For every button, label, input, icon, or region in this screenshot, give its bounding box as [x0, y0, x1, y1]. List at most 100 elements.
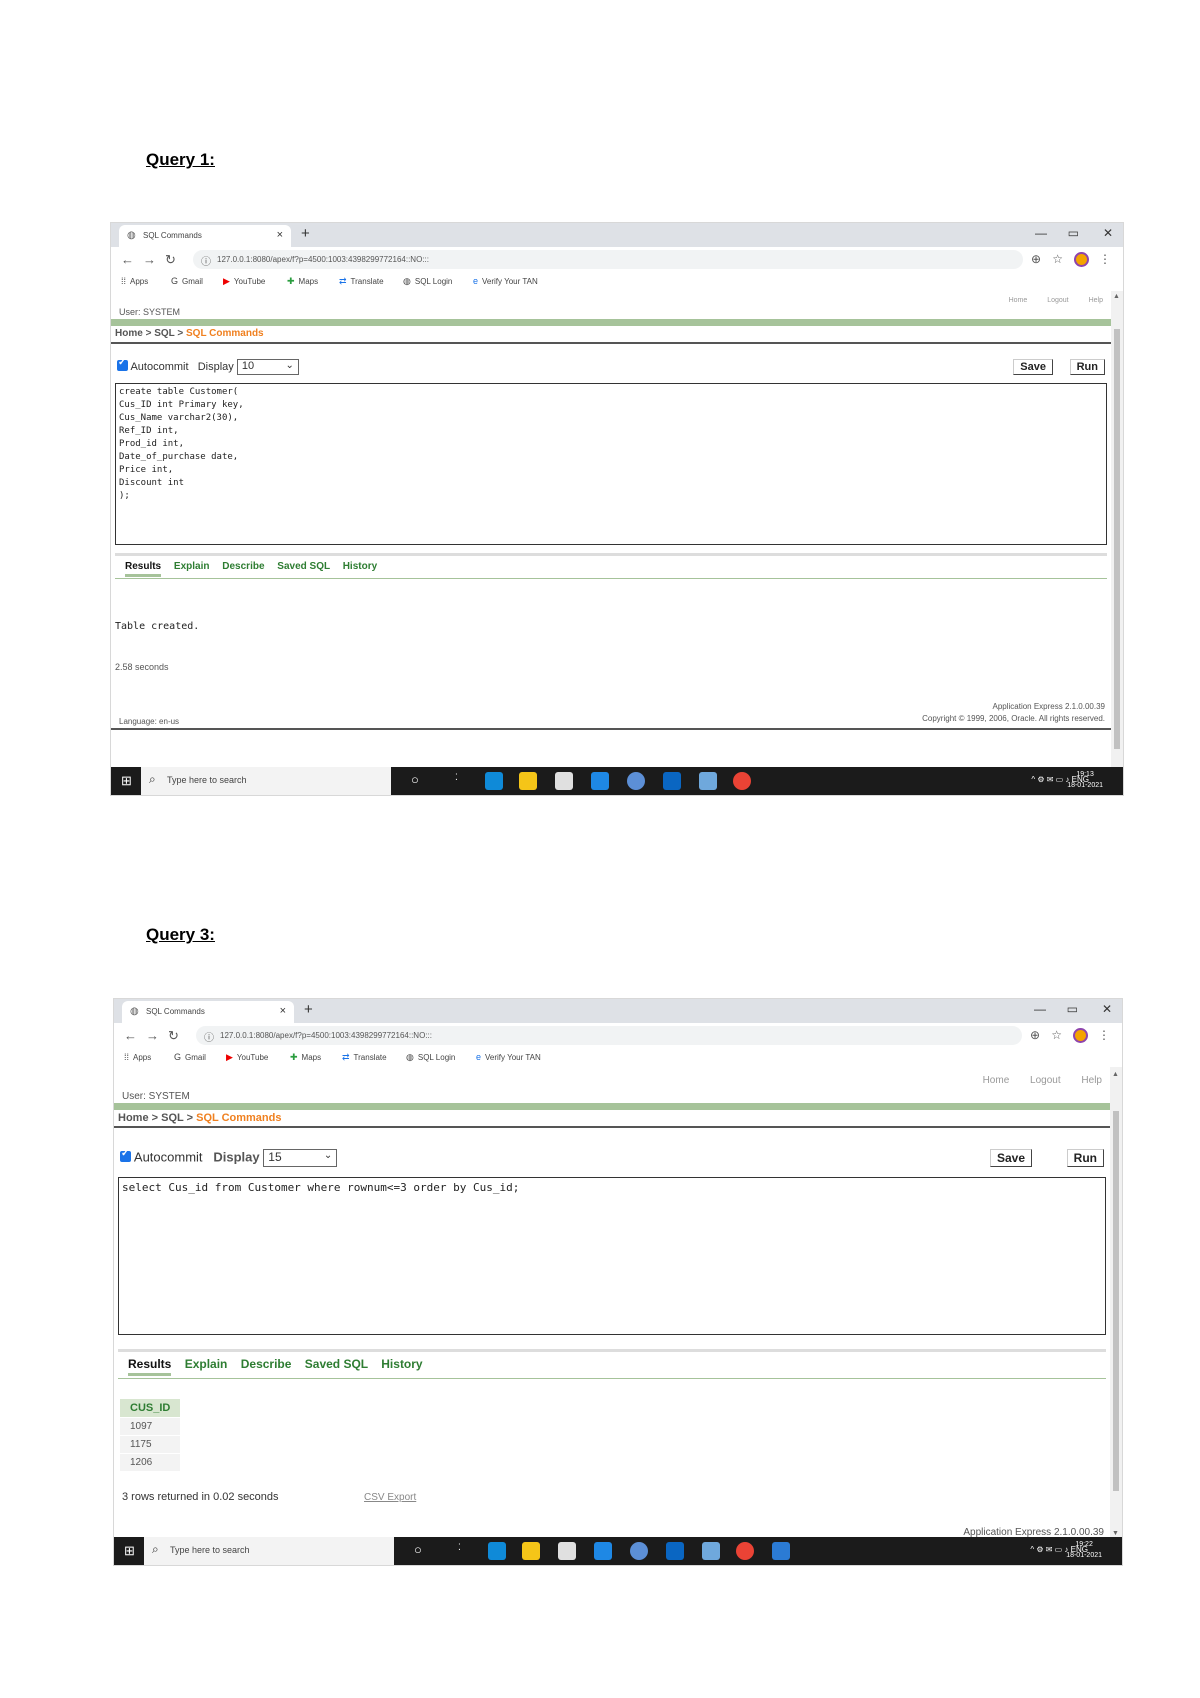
display-select[interactable]: 10 ⌄	[236, 359, 299, 375]
bookmark-maps[interactable]: ✚ Maps	[290, 1052, 321, 1063]
store-icon[interactable]	[558, 1542, 576, 1560]
mail-icon[interactable]	[594, 1542, 612, 1560]
new-tab-icon[interactable]: +	[301, 225, 310, 242]
bookmark-verify-tan[interactable]: e Verify Your TAN	[473, 276, 538, 286]
profile-avatar[interactable]	[1074, 252, 1089, 267]
app-icon[interactable]	[627, 772, 645, 790]
app-icon[interactable]	[630, 1542, 648, 1560]
scroll-thumb[interactable]	[1114, 329, 1120, 749]
back-icon[interactable]: ←	[124, 1028, 137, 1043]
menu-icon[interactable]: ⋮	[1098, 1028, 1110, 1042]
file-explorer-icon[interactable]	[519, 772, 537, 790]
breadcrumb-home[interactable]: Home	[118, 1112, 149, 1124]
scrollbar[interactable]: ▲ ▼	[1110, 1067, 1122, 1539]
reload-icon[interactable]: ↻	[168, 1028, 179, 1044]
restore-icon[interactable]: ▭	[1068, 226, 1079, 240]
browser-tab[interactable]: ◍ SQL Commands ×	[122, 1001, 294, 1023]
tab-history[interactable]: History	[343, 561, 377, 572]
back-icon[interactable]: ←	[121, 252, 134, 267]
sql-editor[interactable]: create table Customer( Cus_ID int Primar…	[115, 383, 1107, 545]
profile-avatar[interactable]	[1073, 1028, 1088, 1043]
tab-saved-sql[interactable]: Saved SQL	[305, 1357, 368, 1371]
bookmark-youtube[interactable]: ▶ YouTube	[226, 1052, 268, 1063]
minimize-icon[interactable]: —	[1035, 226, 1047, 240]
bookmark-gmail[interactable]: G Gmail	[174, 1052, 206, 1062]
app-icon-2[interactable]	[663, 772, 681, 790]
star-icon[interactable]: ☆	[1051, 1028, 1062, 1042]
zoom-icon[interactable]: ⊕	[1030, 1028, 1040, 1042]
scroll-thumb[interactable]	[1113, 1111, 1119, 1491]
bookmark-verify-tan[interactable]: e Verify Your TAN	[476, 1052, 541, 1062]
address-bar[interactable]: ⓘ 127.0.0.1:8080/apex/f?p=4500:1003:4398…	[196, 1026, 1022, 1045]
bookmark-gmail[interactable]: G Gmail	[171, 276, 203, 286]
new-tab-icon[interactable]: +	[304, 1001, 313, 1018]
store-icon[interactable]	[555, 772, 573, 790]
scroll-down-icon[interactable]: ▼	[1112, 1530, 1119, 1537]
reload-icon[interactable]: ↻	[165, 252, 176, 268]
forward-icon[interactable]: →	[143, 252, 156, 267]
tab-saved-sql[interactable]: Saved SQL	[277, 561, 330, 572]
edge-app-icon[interactable]	[485, 772, 503, 790]
close-window-icon[interactable]: ✕	[1102, 1002, 1112, 1016]
browser-tab[interactable]: ◍ SQL Commands ×	[119, 225, 291, 247]
bookmark-sql-login[interactable]: ◍ SQL Login	[406, 1052, 455, 1063]
windows-start-icon[interactable]: ⊞	[121, 773, 132, 789]
zoom-icon[interactable]: ⊕	[1031, 252, 1041, 266]
minimize-icon[interactable]: —	[1034, 1002, 1046, 1016]
bookmark-translate[interactable]: ⇄ Translate	[342, 1052, 387, 1063]
app-icon-3[interactable]	[699, 772, 717, 790]
scroll-up-icon[interactable]: ▲	[1113, 293, 1120, 300]
logout-link[interactable]: Logout	[1030, 1075, 1061, 1086]
forward-icon[interactable]: →	[146, 1028, 159, 1043]
sql-editor[interactable]: select Cus_id from Customer where rownum…	[118, 1177, 1106, 1335]
photos-icon[interactable]	[772, 1542, 790, 1560]
file-explorer-icon[interactable]	[522, 1542, 540, 1560]
taskbar-search[interactable]: ⌕ Type here to search	[144, 1537, 394, 1565]
home-link[interactable]: Home	[983, 1075, 1010, 1086]
menu-icon[interactable]: ⋮	[1099, 252, 1111, 266]
bookmark-apps[interactable]: ⁞⁞ Apps	[124, 1052, 151, 1062]
run-button[interactable]: Run	[1069, 359, 1105, 375]
cortana-icon[interactable]: ○	[414, 1542, 422, 1557]
tab-results[interactable]: Results	[128, 1357, 172, 1376]
star-icon[interactable]: ☆	[1052, 252, 1063, 266]
app-icon-2[interactable]	[666, 1542, 684, 1560]
app-icon-3[interactable]	[702, 1542, 720, 1560]
edge-app-icon[interactable]	[488, 1542, 506, 1560]
address-bar[interactable]: ⓘ 127.0.0.1:8080/apex/f?p=4500:1003:4398…	[193, 250, 1023, 269]
cortana-icon[interactable]: ○	[411, 772, 419, 787]
breadcrumb-home[interactable]: Home	[115, 328, 143, 339]
mail-icon[interactable]	[591, 772, 609, 790]
tab-describe[interactable]: Describe	[241, 1357, 292, 1371]
taskbar-search[interactable]: ⌕ Type here to search	[141, 767, 391, 795]
home-link[interactable]: Home	[1009, 297, 1028, 304]
tab-explain[interactable]: Explain	[185, 1357, 228, 1371]
breadcrumb-sql[interactable]: SQL	[154, 328, 174, 339]
task-view-icon[interactable]: ⁚	[455, 772, 458, 783]
save-button[interactable]: Save	[989, 1149, 1032, 1167]
close-window-icon[interactable]: ✕	[1103, 226, 1113, 240]
bookmark-sql-login[interactable]: ◍ SQL Login	[403, 276, 452, 287]
close-tab-icon[interactable]: ×	[280, 1005, 286, 1017]
bookmark-maps[interactable]: ✚ Maps	[287, 276, 318, 287]
run-button[interactable]: Run	[1066, 1149, 1104, 1167]
display-select[interactable]: 15 ⌄	[263, 1149, 338, 1167]
save-button[interactable]: Save	[1013, 359, 1053, 375]
logout-link[interactable]: Logout	[1047, 297, 1068, 304]
tab-describe[interactable]: Describe	[222, 561, 264, 572]
windows-start-icon[interactable]: ⊞	[124, 1543, 135, 1559]
scrollbar[interactable]: ▲	[1111, 291, 1123, 769]
autocommit-checkbox[interactable]	[120, 1148, 131, 1163]
help-link[interactable]: Help	[1081, 1075, 1102, 1086]
chrome-icon[interactable]	[736, 1542, 754, 1560]
close-tab-icon[interactable]: ×	[277, 229, 283, 241]
restore-icon[interactable]: ▭	[1067, 1002, 1078, 1016]
help-link[interactable]: Help	[1089, 297, 1103, 304]
bookmark-youtube[interactable]: ▶ YouTube	[223, 276, 265, 287]
breadcrumb-sql[interactable]: SQL	[161, 1112, 183, 1124]
autocommit-checkbox[interactable]	[117, 357, 128, 371]
tab-results[interactable]: Results	[125, 561, 162, 577]
chrome-icon[interactable]	[733, 772, 751, 790]
tab-explain[interactable]: Explain	[174, 561, 210, 572]
bookmark-apps[interactable]: ⁞⁞ Apps	[121, 276, 148, 286]
